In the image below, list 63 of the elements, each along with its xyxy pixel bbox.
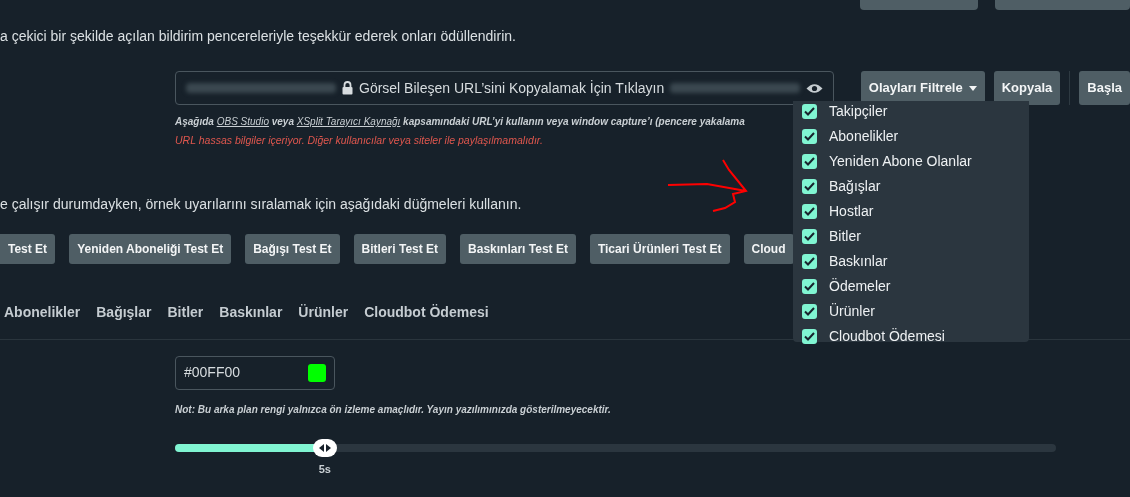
check-icon (804, 131, 815, 141)
slider-handle[interactable] (312, 438, 337, 457)
help-link[interactable]: OBS Studio (216, 116, 269, 127)
action-button[interactable]: Kopyala (993, 71, 1061, 105)
menu-item-label[interactable]: Bağışlar (829, 175, 881, 197)
menu-item-label[interactable]: Bitler (829, 225, 861, 247)
checkbox[interactable] (802, 153, 817, 169)
menu-item-label[interactable]: Yeniden Abone Olanlar (829, 150, 972, 172)
color-field-value: #00FF00 (184, 363, 241, 383)
check-icon (804, 306, 815, 316)
menu-item-label[interactable]: Cloudbot Ödemesi (829, 325, 945, 347)
test-button[interactable]: Yeniden Aboneliği Test Et (69, 233, 232, 264)
helper-text: Aşağıda OBS Studio veya XSplit Tarayıcı Kaynağı kapsamındaki URL’yi kullanın veya window capture’ı (pencere yakalama (175, 115, 746, 129)
menu-item-label[interactable]: Ürünler (829, 300, 875, 322)
test-button[interactable]: Test Et (0, 233, 56, 264)
checkbox[interactable] (802, 228, 817, 244)
color-swatch[interactable] (308, 363, 326, 382)
tab[interactable]: Cloudbot Ödemesi (364, 301, 489, 323)
menu-item-label[interactable]: Baskınlar (829, 250, 888, 272)
test-button[interactable]: Cloud (743, 233, 794, 264)
check-icon (804, 156, 815, 166)
check-icon (804, 231, 815, 241)
checkbox[interactable] (802, 328, 817, 344)
menu-item-label[interactable]: Abonelikler (829, 125, 899, 147)
menu-item-label[interactable]: Hostlar (829, 200, 874, 222)
check-icon (804, 331, 815, 341)
tab[interactable]: Ürünler (298, 301, 349, 323)
tab[interactable]: Abonelikler (4, 301, 81, 323)
check-icon (804, 256, 815, 266)
test-intro-text: e çalışır durumdayken, örnek uyarılarını sıralamak için aşağıdaki düğmeleri kullanın. (0, 194, 522, 214)
tab[interactable]: Bağışlar (96, 301, 152, 323)
checkbox[interactable] (802, 278, 817, 294)
eye-icon[interactable] (805, 82, 823, 94)
help-link[interactable]: XSplit Tarayıcı Kaynağı (296, 116, 401, 127)
handle-arrows-icon (318, 443, 331, 452)
color-field[interactable]: #00FF00 (175, 355, 335, 390)
menu-item-label[interactable]: Ödemeler (829, 275, 891, 297)
checkbox[interactable] (802, 128, 817, 144)
tab[interactable]: Bitler (167, 301, 204, 323)
url-field[interactable]: Görsel Bileşen URL’sini Kopyalamak İçin Tıklayın (175, 71, 834, 105)
checkbox[interactable] (802, 303, 817, 319)
lock-icon (342, 81, 353, 95)
check-icon (804, 281, 815, 291)
check-icon (804, 106, 815, 116)
checkbox[interactable] (802, 253, 817, 269)
check-icon (804, 181, 815, 191)
test-button[interactable]: Bağışı Test Et (245, 233, 340, 264)
checkbox[interactable] (802, 203, 817, 219)
checkbox[interactable] (802, 103, 817, 119)
test-button[interactable]: Ticari Ürünleri Test Et (589, 233, 730, 264)
tab[interactable]: Baskınlar (219, 301, 283, 323)
url-field-value: Görsel Bileşen URL’sini Kopyalamak İçin Tıklayın (359, 78, 665, 98)
caret-icon (968, 85, 977, 91)
test-button[interactable]: Bitleri Test Et (353, 233, 447, 264)
check-icon (804, 206, 815, 216)
checkbox[interactable] (802, 178, 817, 194)
warning-text: URL hassas bilgiler içeriyor. Diğer kullanıcılar veya siteler ile paylaşılmamalıdır. (175, 133, 543, 148)
duration-slider[interactable] (175, 438, 1056, 457)
slider-value: 5s (318, 461, 331, 477)
intro-text: a çekici bir şekilde açılan bildirim pencereleriyle teşekkür ederek onları ödüllendirin. (0, 27, 517, 46)
action-button[interactable]: Başla (1079, 71, 1130, 105)
color-note: Not: Bu arka plan rengi yalnızca ön izleme amaçlıdır. Yayın yazılımınızda gösterilmeyecektir. (175, 402, 612, 417)
test-button[interactable]: Baskınları Test Et (460, 233, 576, 264)
